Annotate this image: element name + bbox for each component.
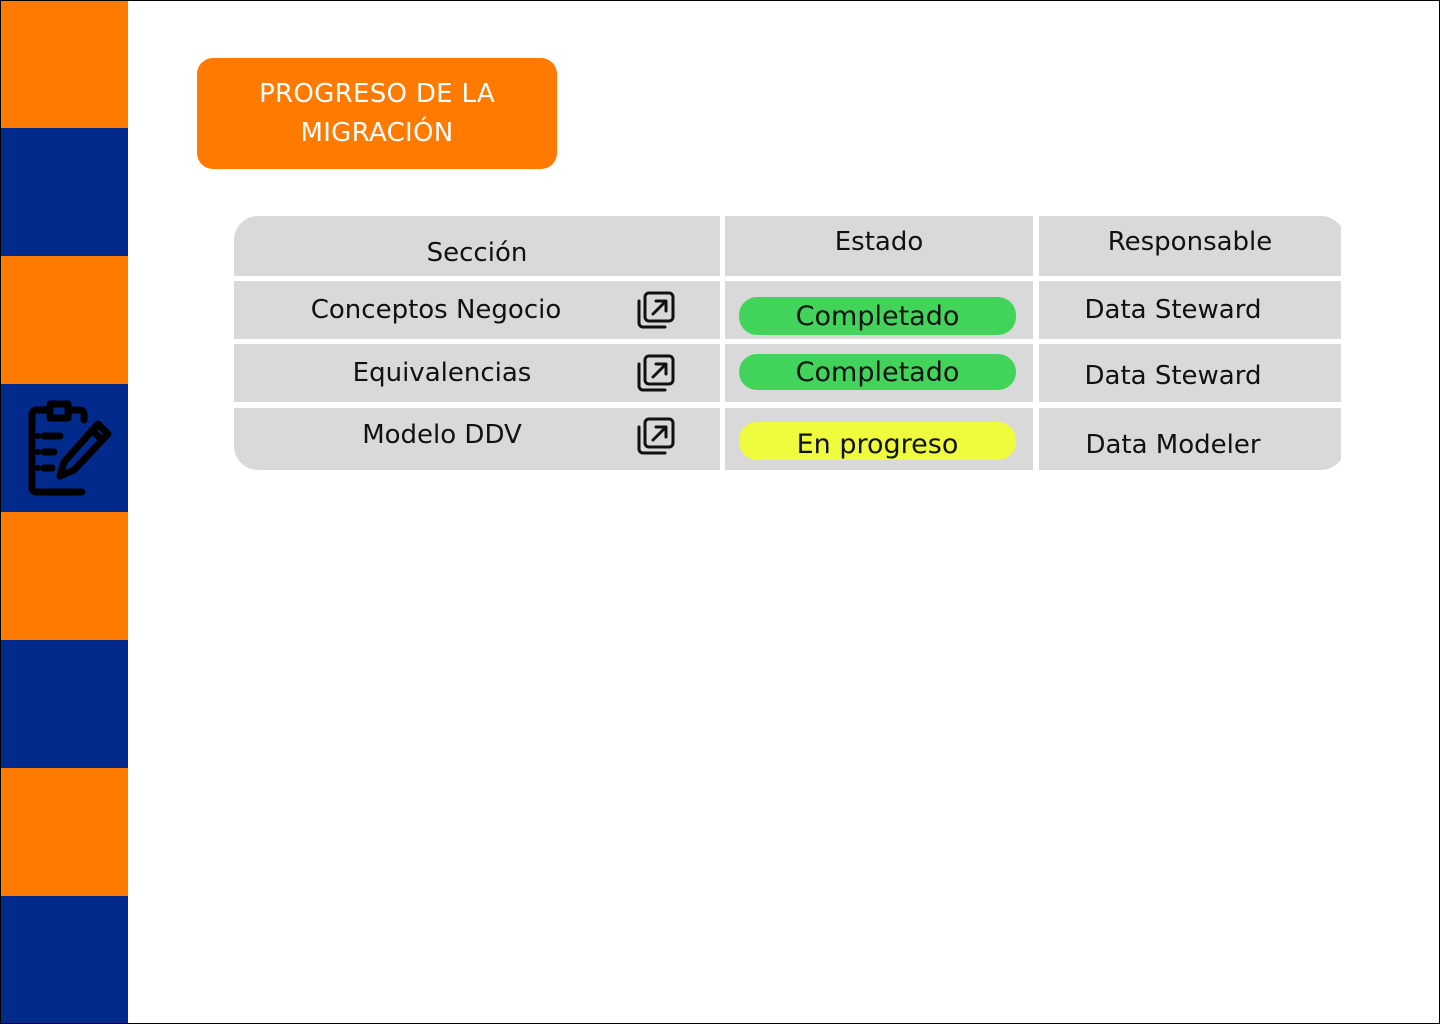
status-badge: Completado xyxy=(739,297,1016,335)
rail-block xyxy=(0,896,128,1024)
owner-cell: Data Modeler xyxy=(1039,408,1341,470)
section-name: Modelo DDV xyxy=(362,420,522,450)
rail-block xyxy=(0,640,128,768)
status-badge: En progreso xyxy=(739,422,1016,460)
header-owner: Responsable xyxy=(1039,216,1341,276)
rail-block xyxy=(0,0,128,128)
open-external-icon[interactable] xyxy=(636,353,676,393)
page-title-card: PROGRESO DE LA MIGRACIÓN xyxy=(197,58,557,169)
header-section: Sección xyxy=(234,216,720,276)
migration-progress-table: Sección Estado Responsable Conceptos Neg… xyxy=(234,216,1345,470)
header-status: Estado xyxy=(725,216,1033,276)
rail-block xyxy=(0,768,128,896)
table-row: Equivalencias xyxy=(234,344,720,402)
page-title: PROGRESO DE LA MIGRACIÓN xyxy=(259,78,495,148)
section-name: Conceptos Negocio xyxy=(310,295,562,325)
table-row: Conceptos Negocio xyxy=(234,281,720,339)
side-rail xyxy=(0,0,128,1024)
open-external-icon[interactable] xyxy=(636,290,676,330)
owner-cell: Data Steward xyxy=(1039,344,1341,402)
clipboard-edit-icon xyxy=(16,398,112,498)
status-badge: Completado xyxy=(739,354,1016,390)
owner-cell: Data Steward xyxy=(1039,281,1341,339)
section-name: Equivalencias xyxy=(352,358,532,388)
open-external-icon[interactable] xyxy=(636,416,676,456)
rail-block xyxy=(0,512,128,640)
rail-block xyxy=(0,128,128,256)
rail-block-active[interactable] xyxy=(0,384,128,512)
rail-block xyxy=(0,256,128,384)
table-row: Modelo DDV xyxy=(234,408,720,470)
